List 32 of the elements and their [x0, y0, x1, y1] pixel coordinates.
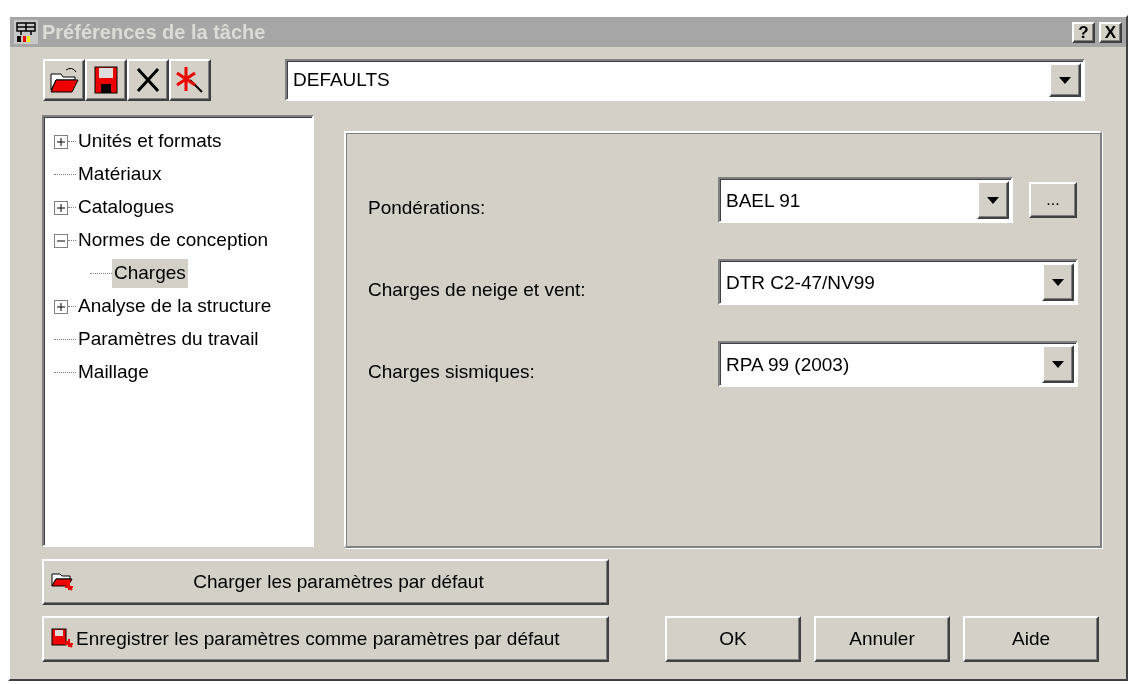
browse-button[interactable]: ... — [1029, 182, 1077, 218]
setting-label: Pondérations: — [368, 195, 487, 220]
setting-label: Charges de neige et vent: — [368, 277, 587, 302]
preset-dropdown[interactable]: DEFAULTS — [285, 59, 1085, 101]
tree-item[interactable]: Matériaux — [76, 160, 164, 189]
tree-item[interactable]: Maillage — [76, 358, 151, 387]
tree-item[interactable]: Charges — [112, 259, 188, 288]
tree-item[interactable]: Catalogues — [76, 193, 177, 222]
load-defaults-button[interactable]: Charger les paramètres par défaut — [42, 559, 609, 605]
tree-item[interactable]: Paramètres du travail — [76, 325, 261, 354]
delete-button[interactable] — [127, 59, 169, 101]
setting-dropdown[interactable]: DTR C2-47/NV99 — [718, 259, 1078, 305]
expand-icon[interactable] — [54, 299, 68, 314]
save-defaults-button[interactable]: Enregistrer les paramètres comme paramètres par défaut — [42, 616, 609, 662]
save-button[interactable] — [85, 59, 127, 101]
tree-item[interactable]: Analyse de la structure — [76, 292, 274, 321]
help-button[interactable]: Aide — [963, 616, 1099, 662]
ok-button[interactable]: OK — [665, 616, 801, 662]
setting-label: Charges sismiques: — [368, 359, 536, 384]
cancel-button[interactable]: Annuler — [814, 616, 950, 662]
help-button[interactable]: ? — [1072, 21, 1095, 43]
collapse-icon[interactable] — [54, 233, 68, 248]
new-button[interactable] — [169, 59, 211, 101]
close-button[interactable]: X — [1099, 21, 1122, 43]
tree-item[interactable]: Unités et formats — [76, 127, 224, 156]
tree-item[interactable]: Normes de conception — [76, 226, 271, 255]
app-icon — [14, 20, 38, 44]
expand-icon[interactable] — [54, 134, 68, 149]
setting-dropdown[interactable]: BAEL 91 — [718, 177, 1013, 223]
open-button[interactable] — [43, 59, 85, 101]
setting-dropdown[interactable]: RPA 99 (2003) — [718, 341, 1078, 387]
expand-icon[interactable] — [54, 200, 68, 215]
